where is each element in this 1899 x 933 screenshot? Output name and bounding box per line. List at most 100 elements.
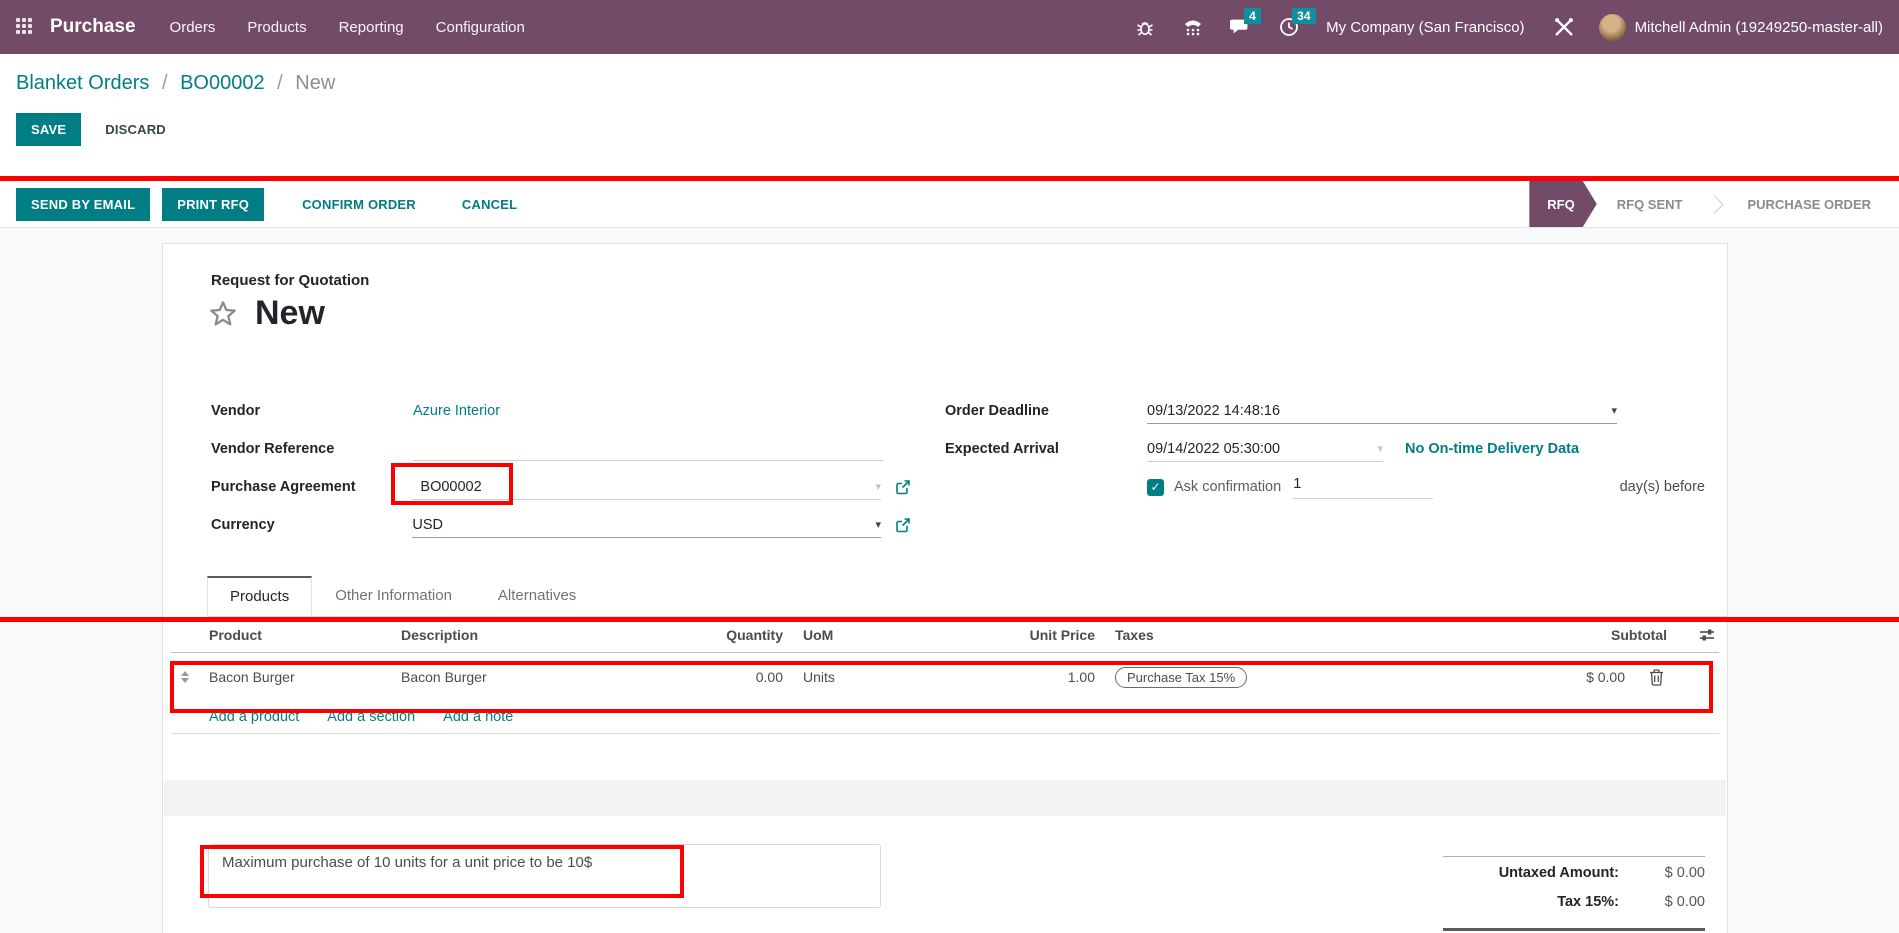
drag-handle-icon[interactable]: [171, 671, 199, 683]
systray: 4 34: [1134, 16, 1300, 38]
vendor-label: Vendor: [211, 403, 413, 419]
breadcrumb-bo00002[interactable]: BO00002: [180, 72, 265, 94]
action-status-bar: SEND BY EMAIL PRINT RFQ CONFIRM ORDER CA…: [0, 181, 1899, 228]
products-list: Product Description Quantity UoM Unit Pr…: [171, 617, 1719, 734]
col-description[interactable]: Description: [391, 627, 643, 643]
order-deadline-value[interactable]: 09/13/2022 14:48:16: [1147, 403, 1280, 419]
breadcrumb-current: New: [295, 72, 335, 94]
status-step-rfq[interactable]: RFQ: [1529, 181, 1596, 227]
breadcrumb-separator: /: [155, 72, 175, 94]
status-step-purchase-order[interactable]: PURCHASE ORDER: [1737, 181, 1881, 227]
list-add-row: Add a product Add a section Add a note: [171, 701, 1719, 734]
breadcrumb-blanket-orders[interactable]: Blanket Orders: [16, 72, 149, 94]
company-switcher[interactable]: My Company (San Francisco): [1326, 19, 1524, 36]
untaxed-amount-label: Untaxed Amount:: [1443, 865, 1619, 881]
favorite-star-icon[interactable]: [207, 298, 239, 330]
vendor-reference-input[interactable]: [413, 437, 883, 461]
menu-orders[interactable]: Orders: [170, 19, 216, 36]
app-name[interactable]: Purchase: [50, 16, 136, 38]
apps-grid-icon[interactable]: [16, 18, 34, 36]
menu-products[interactable]: Products: [247, 19, 306, 36]
cell-quantity[interactable]: 0.00: [643, 669, 793, 685]
form-sheet: Request for Quotation New Vendor Azure I…: [162, 243, 1728, 933]
menu-configuration[interactable]: Configuration: [436, 19, 525, 36]
dropdown-caret-icon[interactable]: ▾: [875, 518, 881, 531]
untaxed-amount-value: $ 0.00: [1619, 865, 1705, 881]
activities-clock-icon[interactable]: 34: [1278, 16, 1300, 38]
tax-value: $ 0.00: [1619, 894, 1705, 910]
activities-badge: 34: [1292, 8, 1315, 24]
optional-columns-icon[interactable]: [1677, 627, 1719, 643]
expected-arrival-input[interactable]: 09/14/2022 05:30:00 ▾: [1147, 436, 1383, 462]
currency-label: Currency: [211, 517, 412, 533]
messages-badge: 4: [1244, 8, 1261, 24]
breadcrumb-separator: /: [270, 72, 290, 94]
save-button[interactable]: SAVE: [16, 113, 81, 146]
dropdown-caret-icon[interactable]: ▾: [875, 480, 881, 493]
statusbar: RFQ RFQ SENT PURCHASE ORDER: [1529, 181, 1899, 227]
menu-reporting[interactable]: Reporting: [339, 19, 404, 36]
cell-description[interactable]: Bacon Burger: [391, 669, 643, 685]
ask-confirmation-label: Ask confirmation: [1174, 479, 1281, 495]
messages-icon[interactable]: 4: [1230, 16, 1252, 38]
purchase-agreement-value[interactable]: BO00002: [412, 479, 481, 495]
print-rfq-button[interactable]: PRINT RFQ: [162, 188, 264, 221]
col-taxes[interactable]: Taxes: [1105, 627, 1477, 643]
col-uom[interactable]: UoM: [793, 627, 953, 643]
currency-value[interactable]: USD: [412, 517, 443, 533]
cell-product[interactable]: Bacon Burger: [199, 669, 391, 685]
send-by-email-button[interactable]: SEND BY EMAIL: [16, 188, 150, 221]
tab-alternatives[interactable]: Alternatives: [475, 576, 599, 616]
currency-select[interactable]: USD ▾: [412, 512, 881, 538]
ask-confirmation-checkbox[interactable]: ✓: [1147, 479, 1164, 496]
expected-arrival-value[interactable]: 09/14/2022 05:30:00: [1147, 441, 1280, 457]
tax-pill[interactable]: Purchase Tax 15%: [1115, 667, 1247, 688]
purchase-agreement-label: Purchase Agreement: [211, 479, 412, 495]
dropdown-caret-icon[interactable]: ▾: [1377, 442, 1383, 455]
col-product[interactable]: Product: [199, 627, 391, 643]
confirm-order-button[interactable]: CONFIRM ORDER: [298, 188, 420, 221]
control-panel-buttons: SAVE DISCARD: [16, 113, 170, 146]
record-title: New: [255, 294, 325, 333]
external-link-icon[interactable]: [895, 517, 911, 533]
breadcrumb: Blanket Orders / BO00002 / New: [16, 72, 335, 95]
add-a-note-link[interactable]: Add a note: [443, 709, 513, 725]
dialer-icon[interactable]: [1182, 16, 1204, 38]
cell-subtotal: $ 0.00: [1477, 669, 1635, 685]
col-quantity[interactable]: Quantity: [643, 627, 793, 643]
dropdown-caret-icon[interactable]: ▾: [1611, 404, 1617, 417]
notebook-tabs: Products Other Information Alternatives: [207, 576, 1727, 617]
external-link-icon[interactable]: [895, 479, 911, 495]
on-time-delivery-link[interactable]: No On-time Delivery Data: [1405, 441, 1579, 457]
user-name[interactable]: Mitchell Admin (19249250-master-all): [1635, 19, 1883, 36]
order-deadline-input[interactable]: 09/13/2022 14:48:16 ▾: [1147, 398, 1617, 424]
delete-row-icon[interactable]: [1635, 669, 1677, 686]
chevron-right-icon: [1706, 195, 1724, 213]
order-deadline-label: Order Deadline: [945, 403, 1147, 419]
vendor-value[interactable]: Azure Interior: [413, 403, 500, 419]
tab-products[interactable]: Products: [207, 576, 312, 616]
record-subtitle: Request for Quotation: [211, 272, 369, 289]
add-a-product-link[interactable]: Add a product: [209, 709, 299, 725]
cell-unit-price[interactable]: 1.00: [953, 669, 1105, 685]
cell-uom[interactable]: Units: [793, 669, 953, 685]
purchase-agreement-input[interactable]: BO00002 ▾: [412, 474, 881, 500]
bug-icon[interactable]: [1134, 16, 1156, 38]
col-unit-price[interactable]: Unit Price: [953, 627, 1105, 643]
status-step-rfq-sent[interactable]: RFQ SENT: [1607, 181, 1693, 227]
vendor-reference-label: Vendor Reference: [211, 441, 413, 457]
tab-other-information[interactable]: Other Information: [312, 576, 475, 616]
terms-note-textarea[interactable]: Maximum purchase of 10 units for a unit …: [208, 844, 881, 908]
add-a-section-link[interactable]: Add a section: [327, 709, 415, 725]
user-avatar[interactable]: [1599, 14, 1626, 41]
confirmation-days-value[interactable]: 1: [1293, 476, 1301, 492]
tools-icon[interactable]: [1553, 16, 1575, 38]
tax-label: Tax 15%:: [1443, 894, 1619, 910]
days-before-label: day(s) before: [1620, 479, 1705, 495]
confirmation-days-input[interactable]: 1: [1293, 475, 1433, 499]
table-row-bacon-burger[interactable]: Bacon Burger Bacon Burger 0.00 Units 1.0…: [171, 653, 1719, 701]
cancel-button[interactable]: CANCEL: [458, 188, 521, 221]
col-subtotal[interactable]: Subtotal: [1477, 627, 1677, 643]
odoo-purchase-screen: Purchase Orders Products Reporting Confi…: [0, 0, 1899, 933]
discard-button[interactable]: DISCARD: [101, 113, 170, 146]
